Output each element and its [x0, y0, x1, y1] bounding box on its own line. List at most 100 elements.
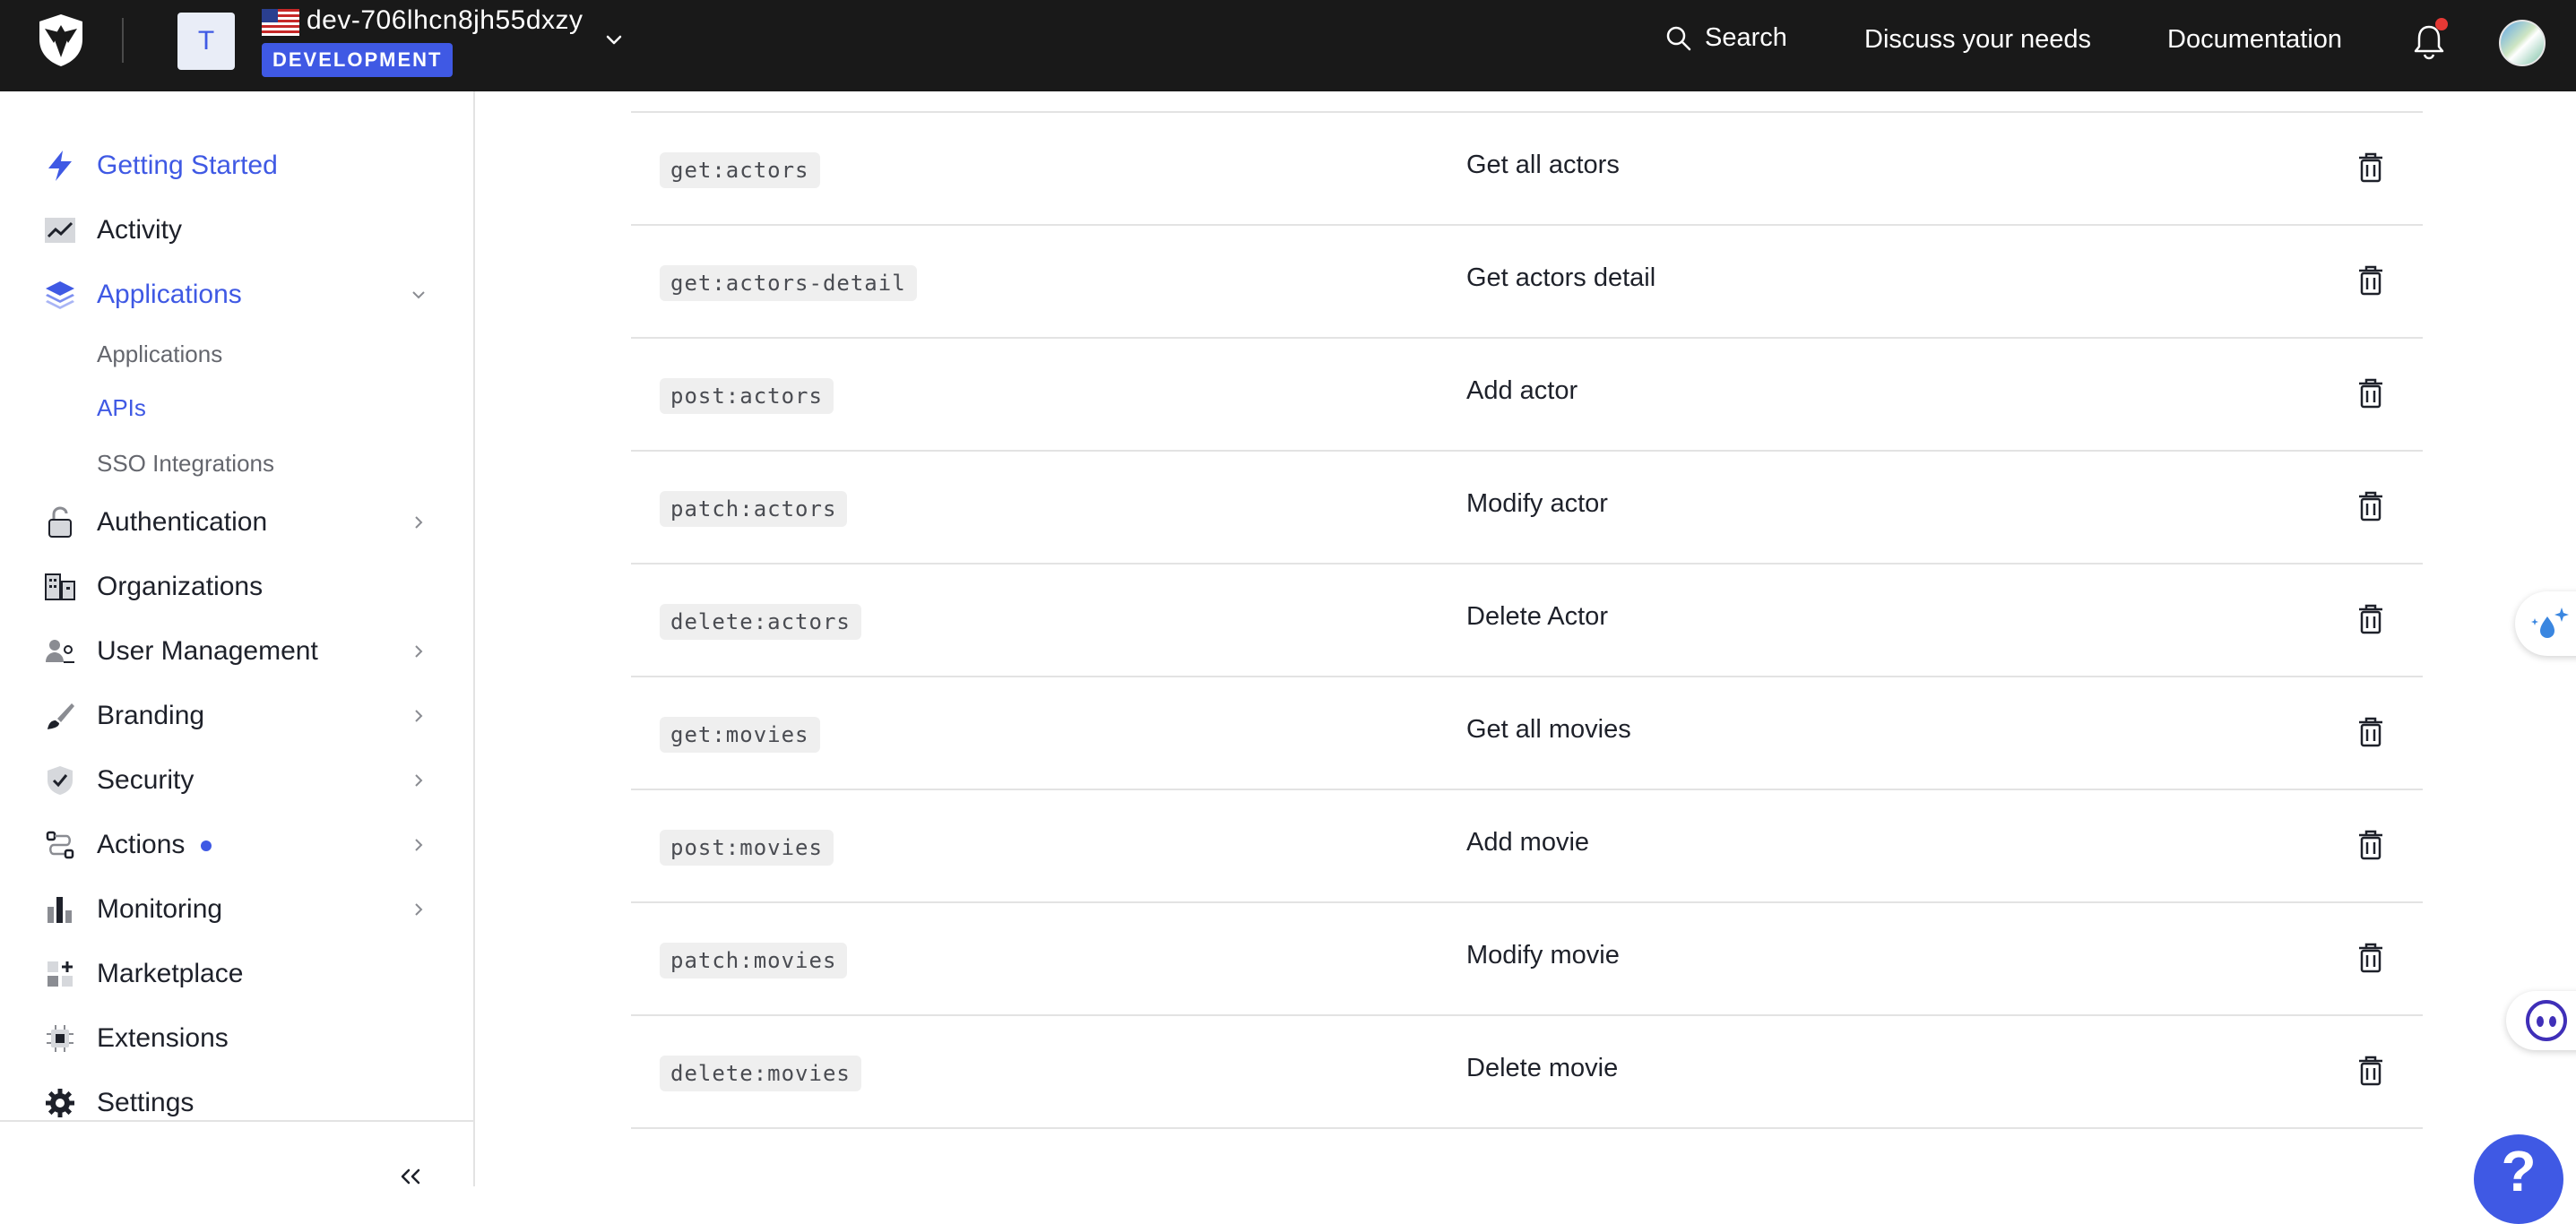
- permission-scope: patch:actors: [660, 491, 848, 527]
- sidebar-divider: [0, 1120, 473, 1122]
- permission-description: Modify movie: [1466, 941, 1620, 970]
- search-label: Search: [1705, 23, 1787, 52]
- table-row: patch:movies Modify movie: [631, 903, 2423, 1016]
- sidebar-item-organizations[interactable]: Organizations: [43, 565, 263, 609]
- shield-check-icon: [43, 763, 77, 797]
- activity-chart-icon: [43, 213, 77, 247]
- permission-description: Add movie: [1466, 828, 1590, 857]
- sidebar-item-activity[interactable]: Activity: [43, 208, 182, 253]
- chevron-down-icon[interactable]: [601, 27, 627, 54]
- sidebar-item-security[interactable]: Security: [43, 758, 194, 803]
- search-button[interactable]: Search: [1665, 23, 1787, 53]
- chevron-right-icon[interactable]: [409, 771, 428, 790]
- documentation-link[interactable]: Documentation: [2167, 25, 2342, 55]
- sidebar-item-applications[interactable]: Applications: [43, 272, 242, 317]
- sidebar-item-label-text: Actions: [97, 830, 186, 859]
- sidebar-item-user-management[interactable]: User Management: [43, 629, 318, 674]
- sidebar-item-label: Monitoring: [97, 894, 223, 924]
- permission-scope: get:actors-detail: [660, 265, 917, 301]
- tenant-name[interactable]: dev-706lhcn8jh55dxzy: [307, 5, 583, 36]
- chip-icon: [43, 1021, 77, 1056]
- search-icon: [1666, 26, 1691, 50]
- sidebar-item-extensions[interactable]: Extensions: [43, 1016, 229, 1061]
- flow-icon: [43, 828, 77, 862]
- trash-icon[interactable]: [2357, 604, 2384, 634]
- sidebar-item-label: Settings: [97, 1088, 194, 1117]
- chatbot-button[interactable]: [2506, 991, 2576, 1050]
- sidebar-item-marketplace[interactable]: Marketplace: [43, 952, 243, 996]
- trash-icon[interactable]: [2357, 830, 2384, 860]
- permission-scope: get:movies: [660, 717, 820, 753]
- permission-description: Get all actors: [1466, 151, 1620, 179]
- trash-icon[interactable]: [2357, 491, 2384, 521]
- sidebar-item-label: Applications: [97, 280, 242, 309]
- new-indicator-dot: [201, 840, 212, 852]
- sidebar-item-label: Organizations: [97, 572, 264, 601]
- permission-scope: delete:actors: [660, 604, 861, 640]
- auth0-shield-logo[interactable]: [36, 13, 86, 68]
- permission-scope: post:movies: [660, 830, 834, 866]
- sidebar-item-label: Marketplace: [97, 959, 244, 988]
- user-avatar[interactable]: [2499, 20, 2546, 66]
- permission-scope: patch:movies: [660, 943, 848, 978]
- trash-icon[interactable]: [2357, 152, 2384, 183]
- permission-description: Get all movies: [1466, 715, 1631, 744]
- sidebar: Getting Started Activity Applications Ap…: [0, 91, 475, 1186]
- ai-assistant-button[interactable]: [2515, 591, 2576, 656]
- permission-description: Delete Actor: [1466, 602, 1608, 631]
- sidebar-subitem-sso-integrations[interactable]: SSO Integrations: [97, 450, 274, 478]
- table-row: post:movies Add movie: [631, 790, 2423, 903]
- table-row: delete:actors Delete Actor: [631, 565, 2423, 677]
- sidebar-item-label: Security: [97, 765, 194, 795]
- sidebar-item-branding[interactable]: Branding: [43, 694, 204, 738]
- sidebar-item-label: Actions: [97, 830, 212, 860]
- permissions-table: get:actors Get all actors get:actors-det…: [631, 111, 2423, 1129]
- chevron-right-icon[interactable]: [409, 513, 428, 532]
- chevron-down-icon[interactable]: [409, 285, 428, 305]
- chevron-right-icon[interactable]: [409, 900, 428, 919]
- trash-icon[interactable]: [2357, 717, 2384, 747]
- sidebar-subitem-apis[interactable]: APIs: [97, 394, 146, 422]
- trash-icon[interactable]: [2357, 1056, 2384, 1086]
- sidebar-subitem-applications[interactable]: Applications: [97, 340, 222, 368]
- permission-scope: delete:movies: [660, 1056, 861, 1091]
- permission-description: Delete movie: [1466, 1054, 1619, 1082]
- environment-badge: DEVELOPMENT: [262, 43, 454, 77]
- unlock-icon: [43, 505, 77, 539]
- top-bar: T dev-706lhcn8jh55dxzy DEVELOPMENT Searc…: [0, 0, 2576, 91]
- table-row: get:actors Get all actors: [631, 111, 2423, 226]
- chevron-right-icon[interactable]: [409, 642, 428, 661]
- table-row: get:actors-detail Get actors detail: [631, 226, 2423, 339]
- sidebar-item-monitoring[interactable]: Monitoring: [43, 887, 222, 932]
- sidebar-item-authentication[interactable]: Authentication: [43, 500, 267, 545]
- sidebar-item-getting-started[interactable]: Getting Started: [43, 143, 278, 188]
- table-row: patch:actors Modify actor: [631, 452, 2423, 565]
- permission-scope: post:actors: [660, 378, 834, 414]
- discuss-needs-link[interactable]: Discuss your needs: [1864, 25, 2091, 55]
- header-divider: [122, 18, 124, 63]
- tenant-avatar[interactable]: T: [177, 13, 235, 70]
- sidebar-item-label: User Management: [97, 636, 318, 666]
- sidebar-item-settings[interactable]: Settings: [43, 1081, 194, 1125]
- sidebar-item-actions[interactable]: Actions: [43, 823, 212, 867]
- table-row: post:actors Add actor: [631, 339, 2423, 452]
- bolt-icon: [43, 149, 77, 183]
- chevron-right-icon[interactable]: [409, 835, 428, 855]
- sparkle-drop-icon: [2531, 608, 2569, 638]
- help-button[interactable]: ?: [2474, 1134, 2563, 1224]
- table-row: get:movies Get all movies: [631, 677, 2423, 790]
- users-icon: [43, 634, 77, 668]
- table-row: delete:movies Delete movie: [631, 1016, 2423, 1129]
- buildings-icon: [43, 570, 77, 604]
- sidebar-item-label: Authentication: [97, 507, 268, 537]
- trash-icon[interactable]: [2357, 378, 2384, 409]
- bar-chart-icon: [43, 892, 77, 927]
- trash-icon[interactable]: [2357, 265, 2384, 296]
- brush-icon: [43, 699, 77, 733]
- chevron-right-icon[interactable]: [409, 706, 428, 726]
- us-flag-icon: [262, 9, 299, 36]
- sidebar-item-label: Branding: [97, 701, 205, 730]
- grid-plus-icon: [43, 957, 77, 991]
- trash-icon[interactable]: [2357, 943, 2384, 973]
- robot-face-icon: [2526, 1000, 2567, 1041]
